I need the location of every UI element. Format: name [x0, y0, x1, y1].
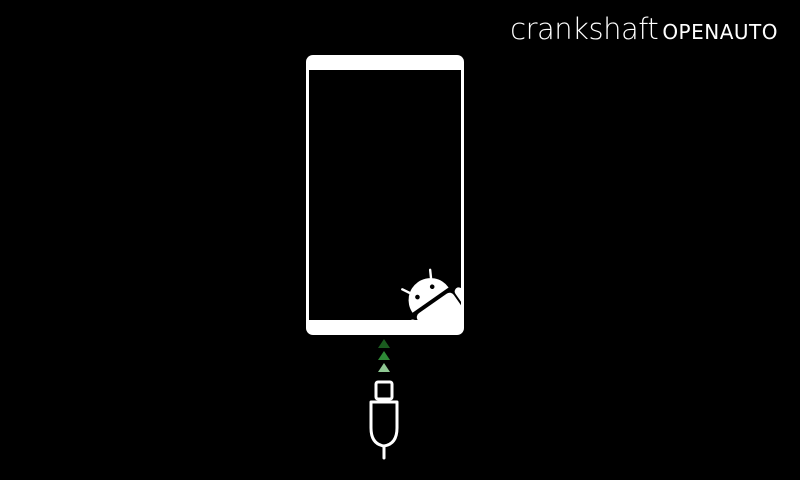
upload-arrows-icon	[378, 339, 390, 372]
usb-plug-icon	[369, 380, 399, 460]
phone-outline-icon	[306, 55, 464, 335]
connect-device-screen: crankshaft OPENAUTO	[0, 0, 800, 480]
app-logo: crankshaft OPENAUTO	[510, 12, 778, 46]
logo-openauto: OPENAUTO	[662, 20, 778, 44]
logo-crankshaft: crankshaft	[510, 12, 659, 46]
